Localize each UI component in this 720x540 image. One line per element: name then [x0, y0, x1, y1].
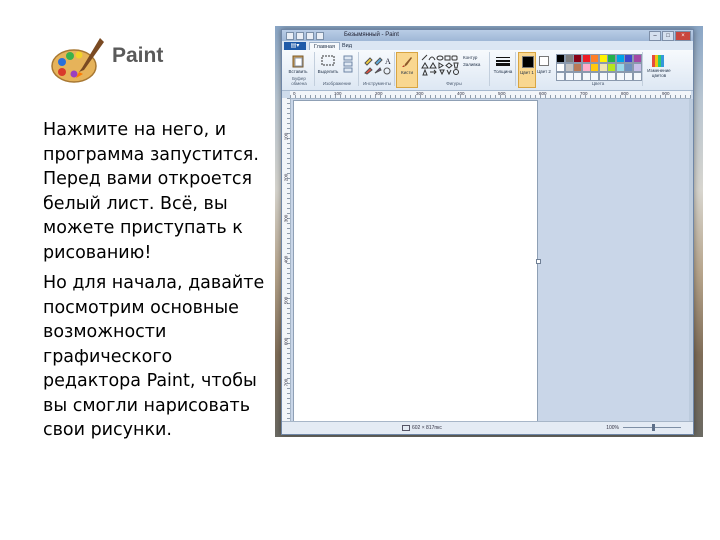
logo-title: Paint: [112, 44, 164, 67]
shapes-group-label: Фигуры: [446, 81, 462, 86]
crop-resize-rotate-icons[interactable]: [343, 55, 355, 73]
color1-swatch: [522, 56, 534, 68]
paragraph-1: Нажмите на него, и программа запустится.…: [43, 120, 259, 263]
group-tools: A Инструменты: [360, 52, 395, 86]
ruler-label: 700: [283, 378, 289, 387]
vertical-scrollbar[interactable]: [689, 99, 693, 421]
tools-group-label: Инструменты: [362, 81, 392, 86]
horizontal-ruler: 0 100 200 300 400 500 600 700 800 900: [290, 91, 691, 99]
color1-button[interactable]: Цвет 1: [518, 52, 536, 88]
ruler-label: 0: [293, 91, 296, 96]
color2-button[interactable]: Цвет 2: [536, 52, 552, 86]
ruler-label: 200: [375, 91, 383, 96]
file-menu-button[interactable]: ▤▾: [284, 42, 306, 50]
paint-screenshot: Безымянный - Paint – □ × ▤▾ Главная Вид …: [275, 26, 703, 437]
paint-logo-icon: [51, 38, 104, 83]
ruler-label: 800: [621, 91, 629, 96]
canvas-dimensions: 602 × 817пкс: [412, 425, 442, 431]
group-clipboard: Вставить Буфер обмена: [284, 52, 315, 86]
minimize-button[interactable]: –: [649, 31, 661, 41]
edit-colors-icon: [652, 55, 664, 67]
ribbon-tabs: ▤▾ Главная Вид: [282, 41, 693, 51]
ruler-label: 400: [283, 255, 289, 264]
ruler-label: 200: [283, 173, 289, 182]
brush-icon: [402, 57, 412, 67]
ruler-label: 500: [498, 91, 506, 96]
ruler-label: 400: [457, 91, 465, 96]
paint-window: Безымянный - Paint – □ × ▤▾ Главная Вид …: [281, 29, 694, 435]
close-button[interactable]: ×: [675, 31, 691, 41]
palette-swatch[interactable]: [632, 54, 642, 63]
group-colors: Цвета: [554, 52, 643, 86]
zoom-level: 100%: [606, 425, 619, 431]
brushes-label: Кисти: [401, 70, 413, 75]
quick-access-toolbar[interactable]: [286, 32, 324, 40]
title-bar: Безымянный - Paint – □ ×: [282, 30, 693, 41]
svg-text:A: A: [385, 57, 391, 66]
ruler-label: 700: [580, 91, 588, 96]
color2-label: Цвет 2: [537, 69, 551, 74]
palette-swatch[interactable]: [632, 63, 642, 72]
vertical-ruler: 100 200 300 400 500 600 700: [282, 98, 291, 421]
brushes-button[interactable]: Кисти: [396, 52, 418, 88]
outline-label[interactable]: Контур: [463, 55, 477, 60]
color1-label: Цвет 1: [520, 70, 534, 75]
tab-view[interactable]: Вид: [338, 42, 356, 50]
edit-colors-label: Изменение цветов: [647, 68, 671, 78]
maximize-button[interactable]: □: [662, 31, 674, 41]
image-group-label: Изображение: [322, 81, 352, 86]
ruler-label: 100: [334, 91, 342, 96]
paste-icon[interactable]: [291, 54, 305, 68]
ruler-label: 600: [539, 91, 547, 96]
paste-label: Вставить: [288, 69, 308, 74]
shapes-gallery-icon[interactable]: [421, 54, 461, 76]
fill-label[interactable]: Заливка: [463, 62, 480, 67]
edit-colors-button[interactable]: Изменение цветов: [644, 52, 674, 86]
line-width-icon: [496, 57, 510, 66]
group-image: Выделить Изображение: [316, 52, 359, 86]
ribbon: Вставить Буфер обмена Выделить Изображен…: [282, 50, 693, 91]
drawing-canvas[interactable]: [293, 100, 538, 424]
ruler-label: 600: [283, 337, 289, 346]
clipboard-group-label: Буфер обмена: [291, 76, 307, 86]
color2-swatch: [539, 56, 549, 66]
tools-icons[interactable]: A: [363, 55, 391, 75]
select-icon[interactable]: [321, 55, 335, 67]
colors-group-label: Цвета: [591, 81, 605, 86]
ruler-label: 300: [416, 91, 424, 96]
ruler-label: 500: [283, 296, 289, 305]
size-button[interactable]: Толщина: [491, 52, 516, 86]
paragraph-2: Но для начала, давайте посмотрим основны…: [43, 273, 265, 440]
custom-swatch[interactable]: [632, 72, 642, 81]
resize-handle-right[interactable]: [536, 259, 541, 264]
ruler-label: 300: [283, 214, 289, 223]
select-label: Выделить: [317, 69, 339, 74]
status-bar: 602 × 817пкс 100%: [282, 421, 693, 434]
size-label: Толщина: [493, 69, 513, 74]
group-shapes: Контур Заливка Фигуры: [419, 52, 490, 86]
body-text: Нажмите на него, и программа запустится.…: [43, 118, 265, 449]
ruler-label: 900: [662, 91, 670, 96]
zoom-slider-thumb[interactable]: [652, 424, 655, 431]
window-title: Безымянный - Paint: [344, 32, 399, 38]
canvas-size-icon: [402, 425, 410, 431]
workspace[interactable]: [291, 99, 693, 427]
ruler-label: 100: [283, 132, 289, 141]
